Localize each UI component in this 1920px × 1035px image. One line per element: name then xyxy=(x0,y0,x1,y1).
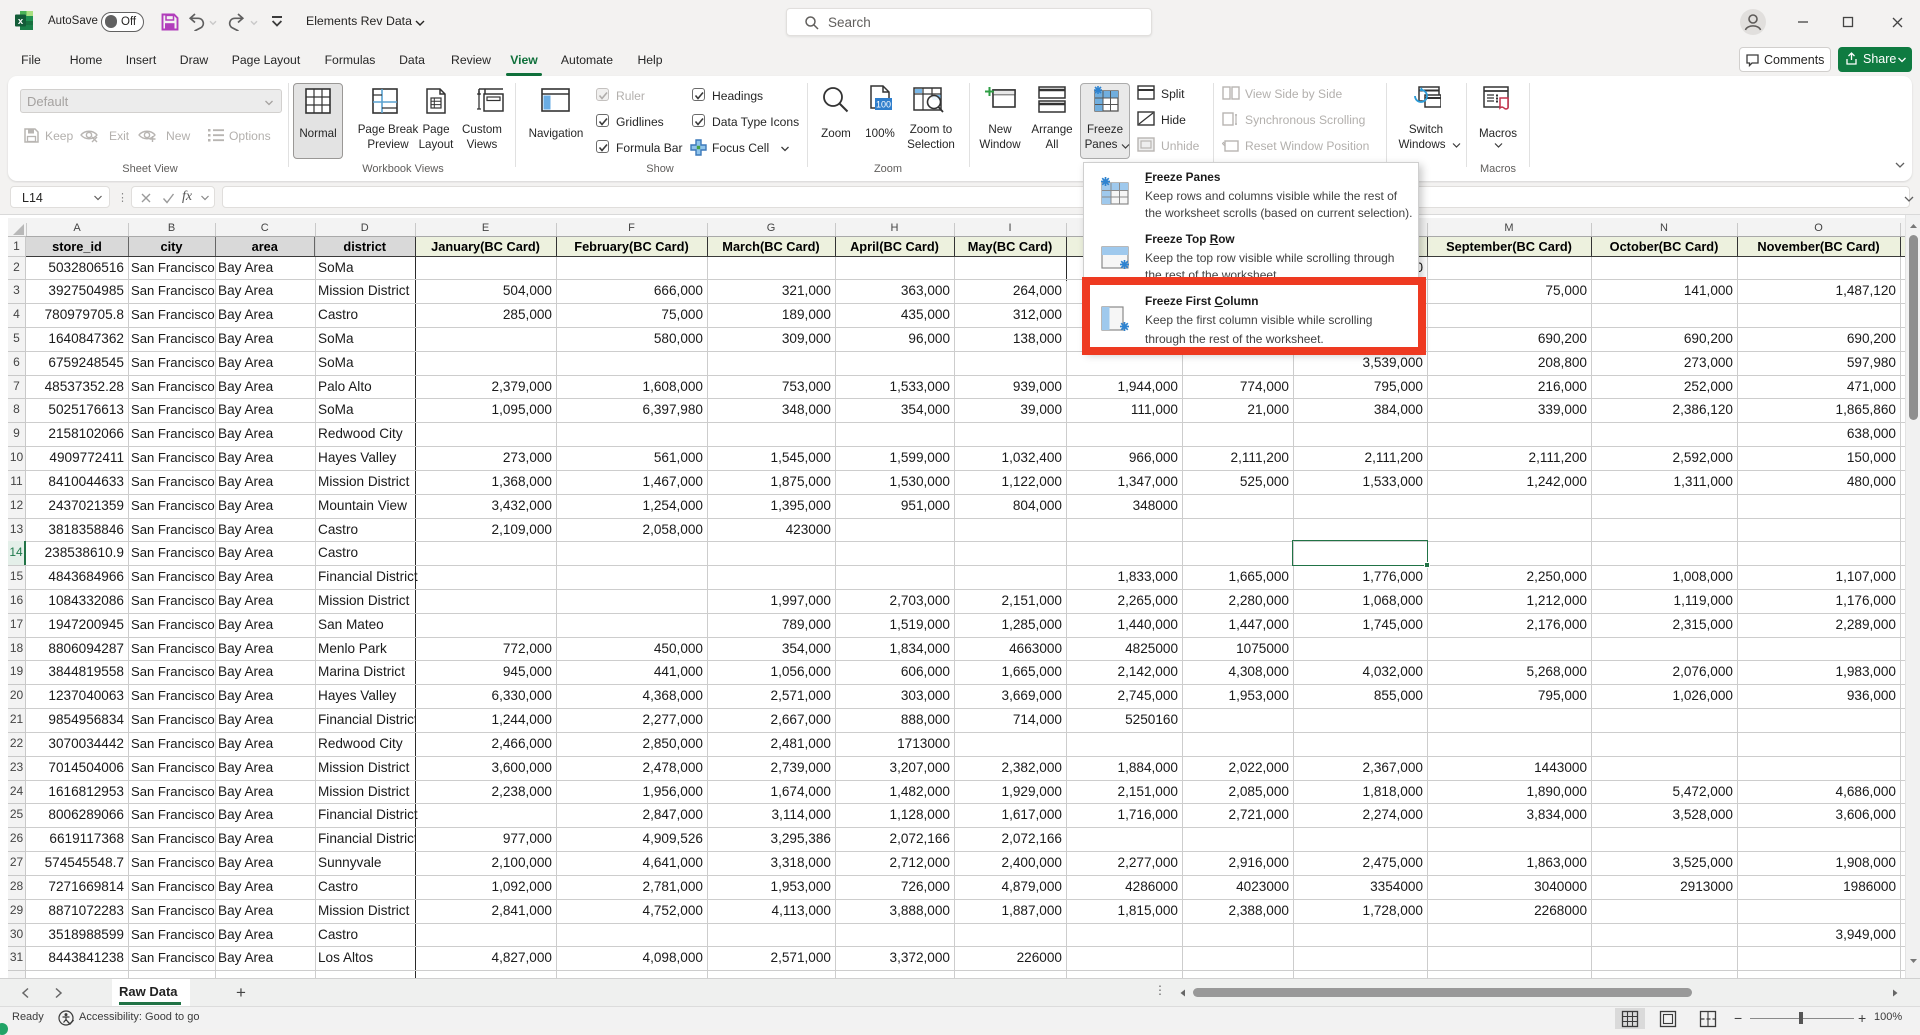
svg-text:x: x xyxy=(18,16,24,27)
svg-text:100: 100 xyxy=(876,100,891,110)
